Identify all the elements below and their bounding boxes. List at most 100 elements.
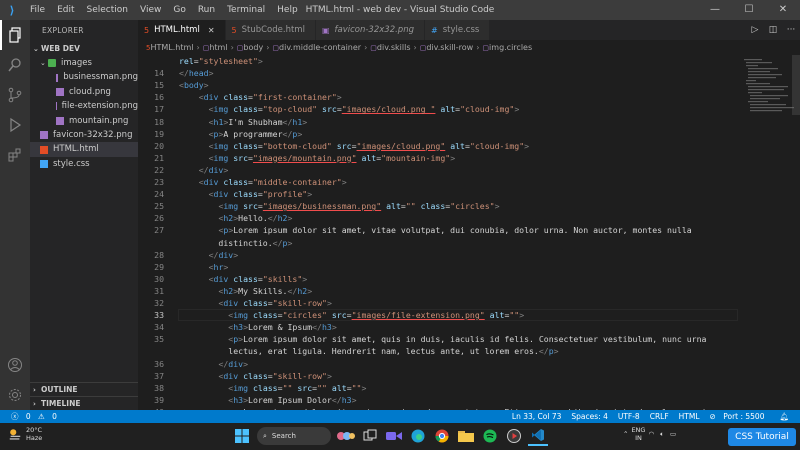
code-line[interactable]: 24 <div class="profile"> bbox=[138, 188, 738, 200]
code-line[interactable]: 35 <p>Lorem ipsum dolor sit amet, quis i… bbox=[138, 333, 738, 345]
spotify-icon[interactable] bbox=[480, 426, 500, 446]
volume-icon[interactable]: 🔈︎ bbox=[660, 430, 664, 439]
code-line[interactable]: 15 <body> bbox=[138, 79, 738, 91]
menu-item-selection[interactable]: Selection bbox=[81, 5, 134, 15]
settings-gear-icon[interactable] bbox=[0, 380, 30, 410]
menu-item-view[interactable]: View bbox=[134, 5, 167, 15]
indentation[interactable]: Spaces: 4 bbox=[571, 412, 607, 421]
editor-tab[interactable]: 5 StubCode.html bbox=[225, 20, 316, 40]
breadcrumb-segment[interactable]: ▢ div.skill-row bbox=[420, 43, 474, 52]
code-line[interactable]: 34 <h3>Lorem & Ipsum</h3> bbox=[138, 321, 738, 333]
breadcrumb-segment[interactable]: 5 HTML.html bbox=[146, 43, 194, 52]
battery-icon[interactable]: ▭ bbox=[670, 430, 676, 438]
code-line[interactable]: 36 </div> bbox=[138, 358, 738, 370]
minimize-icon[interactable]: — bbox=[698, 0, 732, 20]
code-line[interactable]: 33 <img class="circles" src="images/file… bbox=[138, 309, 738, 322]
windows-start-icon[interactable] bbox=[232, 426, 252, 446]
timeline-section[interactable]: › TIMELINE bbox=[30, 396, 138, 411]
code-line[interactable]: 17 <img class="top-cloud" src="images/cl… bbox=[138, 103, 738, 115]
live-server-port[interactable]: ⊘ Port : 5500 bbox=[710, 412, 770, 421]
code-line[interactable]: 31 <h2>My Skills.</h2> bbox=[138, 285, 738, 297]
explorer-item[interactable]: favicon-32x32.png bbox=[30, 128, 138, 142]
code-line[interactable]: 16 <div class="first-container"> bbox=[138, 91, 738, 103]
code-editor[interactable]: rel="stylesheet"> 14 </head> 15 <body> 16 <di… bbox=[138, 55, 738, 410]
encoding[interactable]: UTF-8 bbox=[618, 412, 640, 421]
code-line[interactable]: distinctio.</p> bbox=[138, 237, 738, 249]
code-line[interactable]: 37 <div class="skill-row"> bbox=[138, 370, 738, 382]
code-line[interactable]: 21 <img src="images/mountain.png" alt="m… bbox=[138, 152, 738, 164]
menu-item-run[interactable]: Run bbox=[192, 5, 221, 15]
code-line[interactable]: lectus, erat ligula. Hendrerit nam, lect… bbox=[138, 345, 738, 357]
media-player-icon[interactable] bbox=[504, 426, 524, 446]
breadcrumb-segment[interactable]: ▢ img.circles bbox=[482, 43, 532, 52]
menu-item-file[interactable]: File bbox=[24, 5, 51, 15]
code-line[interactable]: 30 <div class="skills"> bbox=[138, 273, 738, 285]
close-tab-icon[interactable]: ✕ bbox=[208, 26, 215, 35]
language-indicator[interactable]: ENG IN bbox=[631, 426, 645, 442]
maximize-icon[interactable]: ☐ bbox=[732, 0, 766, 20]
menu-item-go[interactable]: Go bbox=[167, 5, 191, 15]
cursor-position[interactable]: Ln 33, Col 73 bbox=[512, 412, 561, 421]
chrome-icon[interactable] bbox=[432, 426, 452, 446]
code-line[interactable]: 14 </head> bbox=[138, 67, 738, 79]
menu-item-help[interactable]: Help bbox=[271, 5, 304, 15]
code-line[interactable]: 22 </div> bbox=[138, 164, 738, 176]
code-line[interactable]: 25 <img src="images/businessman.png" alt… bbox=[138, 200, 738, 212]
search-icon[interactable] bbox=[0, 50, 30, 80]
tray-chevron-icon[interactable]: ⌃ bbox=[623, 430, 628, 438]
code-line[interactable]: 19 <p>A programmer</p> bbox=[138, 128, 738, 140]
code-line[interactable]: rel="stylesheet"> bbox=[138, 55, 738, 67]
breadcrumb-segment[interactable]: ▢ div.skills bbox=[370, 43, 410, 52]
code-line[interactable]: 18 <h1>I'm Shubham</h1> bbox=[138, 116, 738, 128]
code-line[interactable]: 20 <img class="bottom-cloud" src="images… bbox=[138, 140, 738, 152]
editor-tab[interactable]: ▣ favicon-32x32.png bbox=[315, 20, 425, 40]
explorer-item[interactable]: ⌄ images bbox=[30, 56, 138, 70]
wifi-icon[interactable]: ◠ bbox=[648, 430, 654, 438]
explorer-item[interactable]: mountain.png bbox=[30, 114, 138, 128]
end-of-line[interactable]: CRLF bbox=[650, 412, 669, 421]
explorer-icon[interactable] bbox=[0, 20, 30, 50]
menu-item-terminal[interactable]: Terminal bbox=[221, 5, 271, 15]
account-icon[interactable] bbox=[0, 350, 30, 380]
taskbar-search[interactable]: ⌕ Search bbox=[257, 427, 331, 445]
editor-tab[interactable]: # style.css bbox=[424, 20, 491, 40]
minimap[interactable] bbox=[740, 55, 800, 410]
run-debug-icon[interactable] bbox=[0, 110, 30, 140]
code-line[interactable]: 29 <hr> bbox=[138, 261, 738, 273]
split-editor-icon[interactable]: ◫ bbox=[764, 25, 782, 35]
file-explorer-icon[interactable] bbox=[456, 426, 476, 446]
breadcrumb-segment[interactable]: ▢ body bbox=[237, 43, 263, 52]
explorer-item[interactable]: businessman.png bbox=[30, 70, 138, 84]
workspace-folder-header[interactable]: ⌄ WEB DEV bbox=[30, 42, 138, 56]
extensions-icon[interactable] bbox=[0, 140, 30, 170]
explorer-item[interactable]: HTML.html bbox=[30, 142, 138, 157]
outline-section[interactable]: › OUTLINE bbox=[30, 382, 138, 397]
vscode-taskbar-icon[interactable] bbox=[528, 426, 548, 446]
explorer-item[interactable]: cloud.png bbox=[30, 85, 138, 99]
edge-browser-icon[interactable] bbox=[408, 426, 428, 446]
code-line[interactable]: 32 <div class="skill-row"> bbox=[138, 297, 738, 309]
code-line[interactable]: 39 <h3>Lorem Ipsum Dolor</h3> bbox=[138, 394, 738, 406]
weather-widget[interactable]: 20°C Haze bbox=[8, 426, 42, 442]
code-line[interactable]: 38 <img class="" src="" alt=""> bbox=[138, 382, 738, 394]
editor-tab[interactable]: 5 HTML.html ✕ bbox=[138, 20, 226, 40]
problems-indicator[interactable]: ⓧ 0 ⚠ 0 bbox=[11, 411, 62, 422]
explorer-item[interactable]: style.css bbox=[30, 157, 138, 171]
task-view-icon[interactable] bbox=[360, 426, 380, 446]
meet-camera-icon[interactable] bbox=[384, 426, 404, 446]
code-line[interactable]: 26 <h2>Hello.</h2> bbox=[138, 212, 738, 224]
code-line[interactable]: 27 <p>Lorem ipsum dolor sit amet, vitae … bbox=[138, 224, 738, 236]
close-icon[interactable]: ✕ bbox=[766, 0, 800, 20]
more-actions-icon[interactable]: ··· bbox=[782, 25, 800, 35]
language-mode[interactable]: HTML bbox=[679, 412, 700, 421]
code-line[interactable]: 28 </div> bbox=[138, 249, 738, 261]
editor-scrollbar[interactable] bbox=[792, 55, 800, 115]
explorer-item[interactable]: file-extension.png bbox=[30, 99, 138, 113]
menu-item-edit[interactable]: Edit bbox=[51, 5, 80, 15]
run-icon[interactable]: ▷ bbox=[746, 25, 764, 35]
code-line[interactable]: 23 <div class="middle-container"> bbox=[138, 176, 738, 188]
notifications-icon[interactable]: 🔔︎ bbox=[779, 412, 789, 421]
widgets-icon[interactable] bbox=[336, 426, 356, 446]
breadcrumb-segment[interactable]: ▢ html bbox=[203, 43, 228, 52]
source-control-icon[interactable] bbox=[0, 80, 30, 110]
